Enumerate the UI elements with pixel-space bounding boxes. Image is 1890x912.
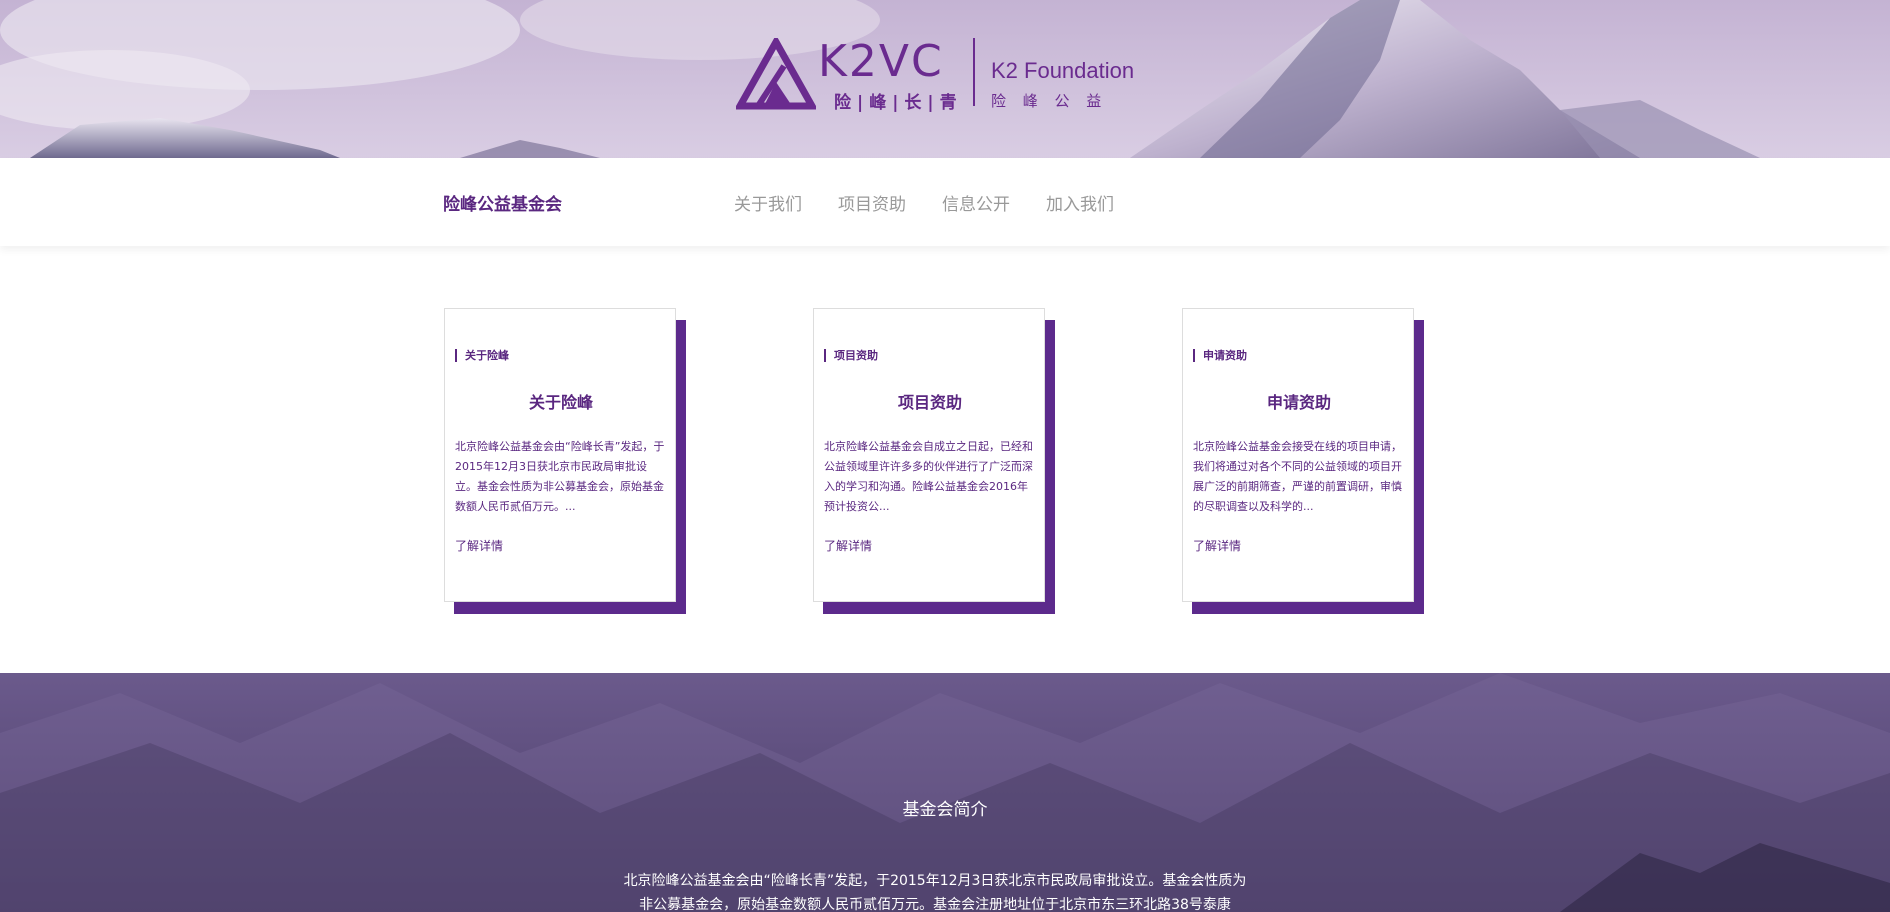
logo-wordmark: K2VC — [818, 36, 944, 87]
intro-text: 北京险峰公益基金会由“险峰长青”发起，于2015年12月3日获北京市民政局审批设… — [623, 873, 1247, 912]
logo-english-name: K2 Foundation — [991, 58, 1135, 83]
brand-name[interactable]: 险峰公益基金会 — [443, 190, 562, 215]
card-details-link[interactable]: 了解详情 — [455, 537, 503, 554]
intro-title: 基金会简介 — [902, 800, 988, 820]
card-text: 北京险峰公益基金会接受在线的项目申请，我们将通过对各个不同的公益领域的项目开展广… — [1193, 440, 1402, 513]
logo-chinese-name: 险|峰|长|青 — [834, 93, 963, 113]
card-body: 关于险峰 关于险峰 北京险峰公益基金会由“险峰长青”发起，于2015年12月3日… — [444, 308, 676, 602]
hero-banner: K2VC 险|峰|长|青 K2 Foundation 险 峰 公 益 — [0, 0, 1890, 158]
card-about: 关于险峰 关于险峰 北京险峰公益基金会由“险峰长青”发起，于2015年12月3日… — [444, 308, 689, 614]
nav-item-projects[interactable]: 项目资助 — [838, 190, 906, 215]
nav-menu: 关于我们 项目资助 信息公开 加入我们 — [734, 190, 1114, 215]
nav-item-disclosure[interactable]: 信息公开 — [942, 190, 1010, 215]
card-tag: 申请资助 — [1193, 349, 1247, 362]
card-text: 北京险峰公益基金会自成立之日起，已经和公益领域里许许多多的伙伴进行了广泛而深入的… — [824, 440, 1033, 513]
card-body: 项目资助 项目资助 北京险峰公益基金会自成立之日起，已经和公益领域里许许多多的伙… — [813, 308, 1045, 602]
card-title: 项目资助 — [897, 393, 962, 412]
feature-cards: 关于险峰 关于险峰 北京险峰公益基金会由“险峰长青”发起，于2015年12月3日… — [0, 246, 1890, 673]
card-projects: 项目资助 项目资助 北京险峰公益基金会自成立之日起，已经和公益领域里许许多多的伙… — [813, 308, 1058, 614]
card-apply: 申请资助 申请资助 北京险峰公益基金会接受在线的项目申请，我们将通过对各个不同的… — [1182, 308, 1427, 614]
nav-item-about[interactable]: 关于我们 — [734, 190, 802, 215]
card-details-link[interactable]: 了解详情 — [1193, 537, 1241, 554]
logo-foundation-name: 险 峰 公 益 — [991, 92, 1108, 110]
card-text: 北京险峰公益基金会由“险峰长青”发起，于2015年12月3日获北京市民政局审批设… — [455, 440, 665, 513]
site-logo[interactable]: K2VC 险|峰|长|青 K2 Foundation 险 峰 公 益 — [736, 36, 1146, 113]
card-details-link[interactable]: 了解详情 — [824, 537, 872, 554]
logo-divider — [973, 38, 975, 106]
card-tag: 项目资助 — [824, 349, 878, 362]
card-tag: 关于险峰 — [455, 349, 509, 362]
intro-section: 基金会简介 北京险峰公益基金会由“险峰长青”发起，于2015年12月3日获北京市… — [0, 673, 1890, 912]
mountain-triangle-logo-icon — [736, 38, 816, 110]
card-body: 申请资助 申请资助 北京险峰公益基金会接受在线的项目申请，我们将通过对各个不同的… — [1182, 308, 1414, 602]
main-navbar: 险峰公益基金会 关于我们 项目资助 信息公开 加入我们 — [0, 158, 1890, 246]
card-title: 申请资助 — [1266, 393, 1331, 412]
nav-item-join[interactable]: 加入我们 — [1046, 190, 1114, 215]
card-title: 关于险峰 — [528, 393, 593, 412]
